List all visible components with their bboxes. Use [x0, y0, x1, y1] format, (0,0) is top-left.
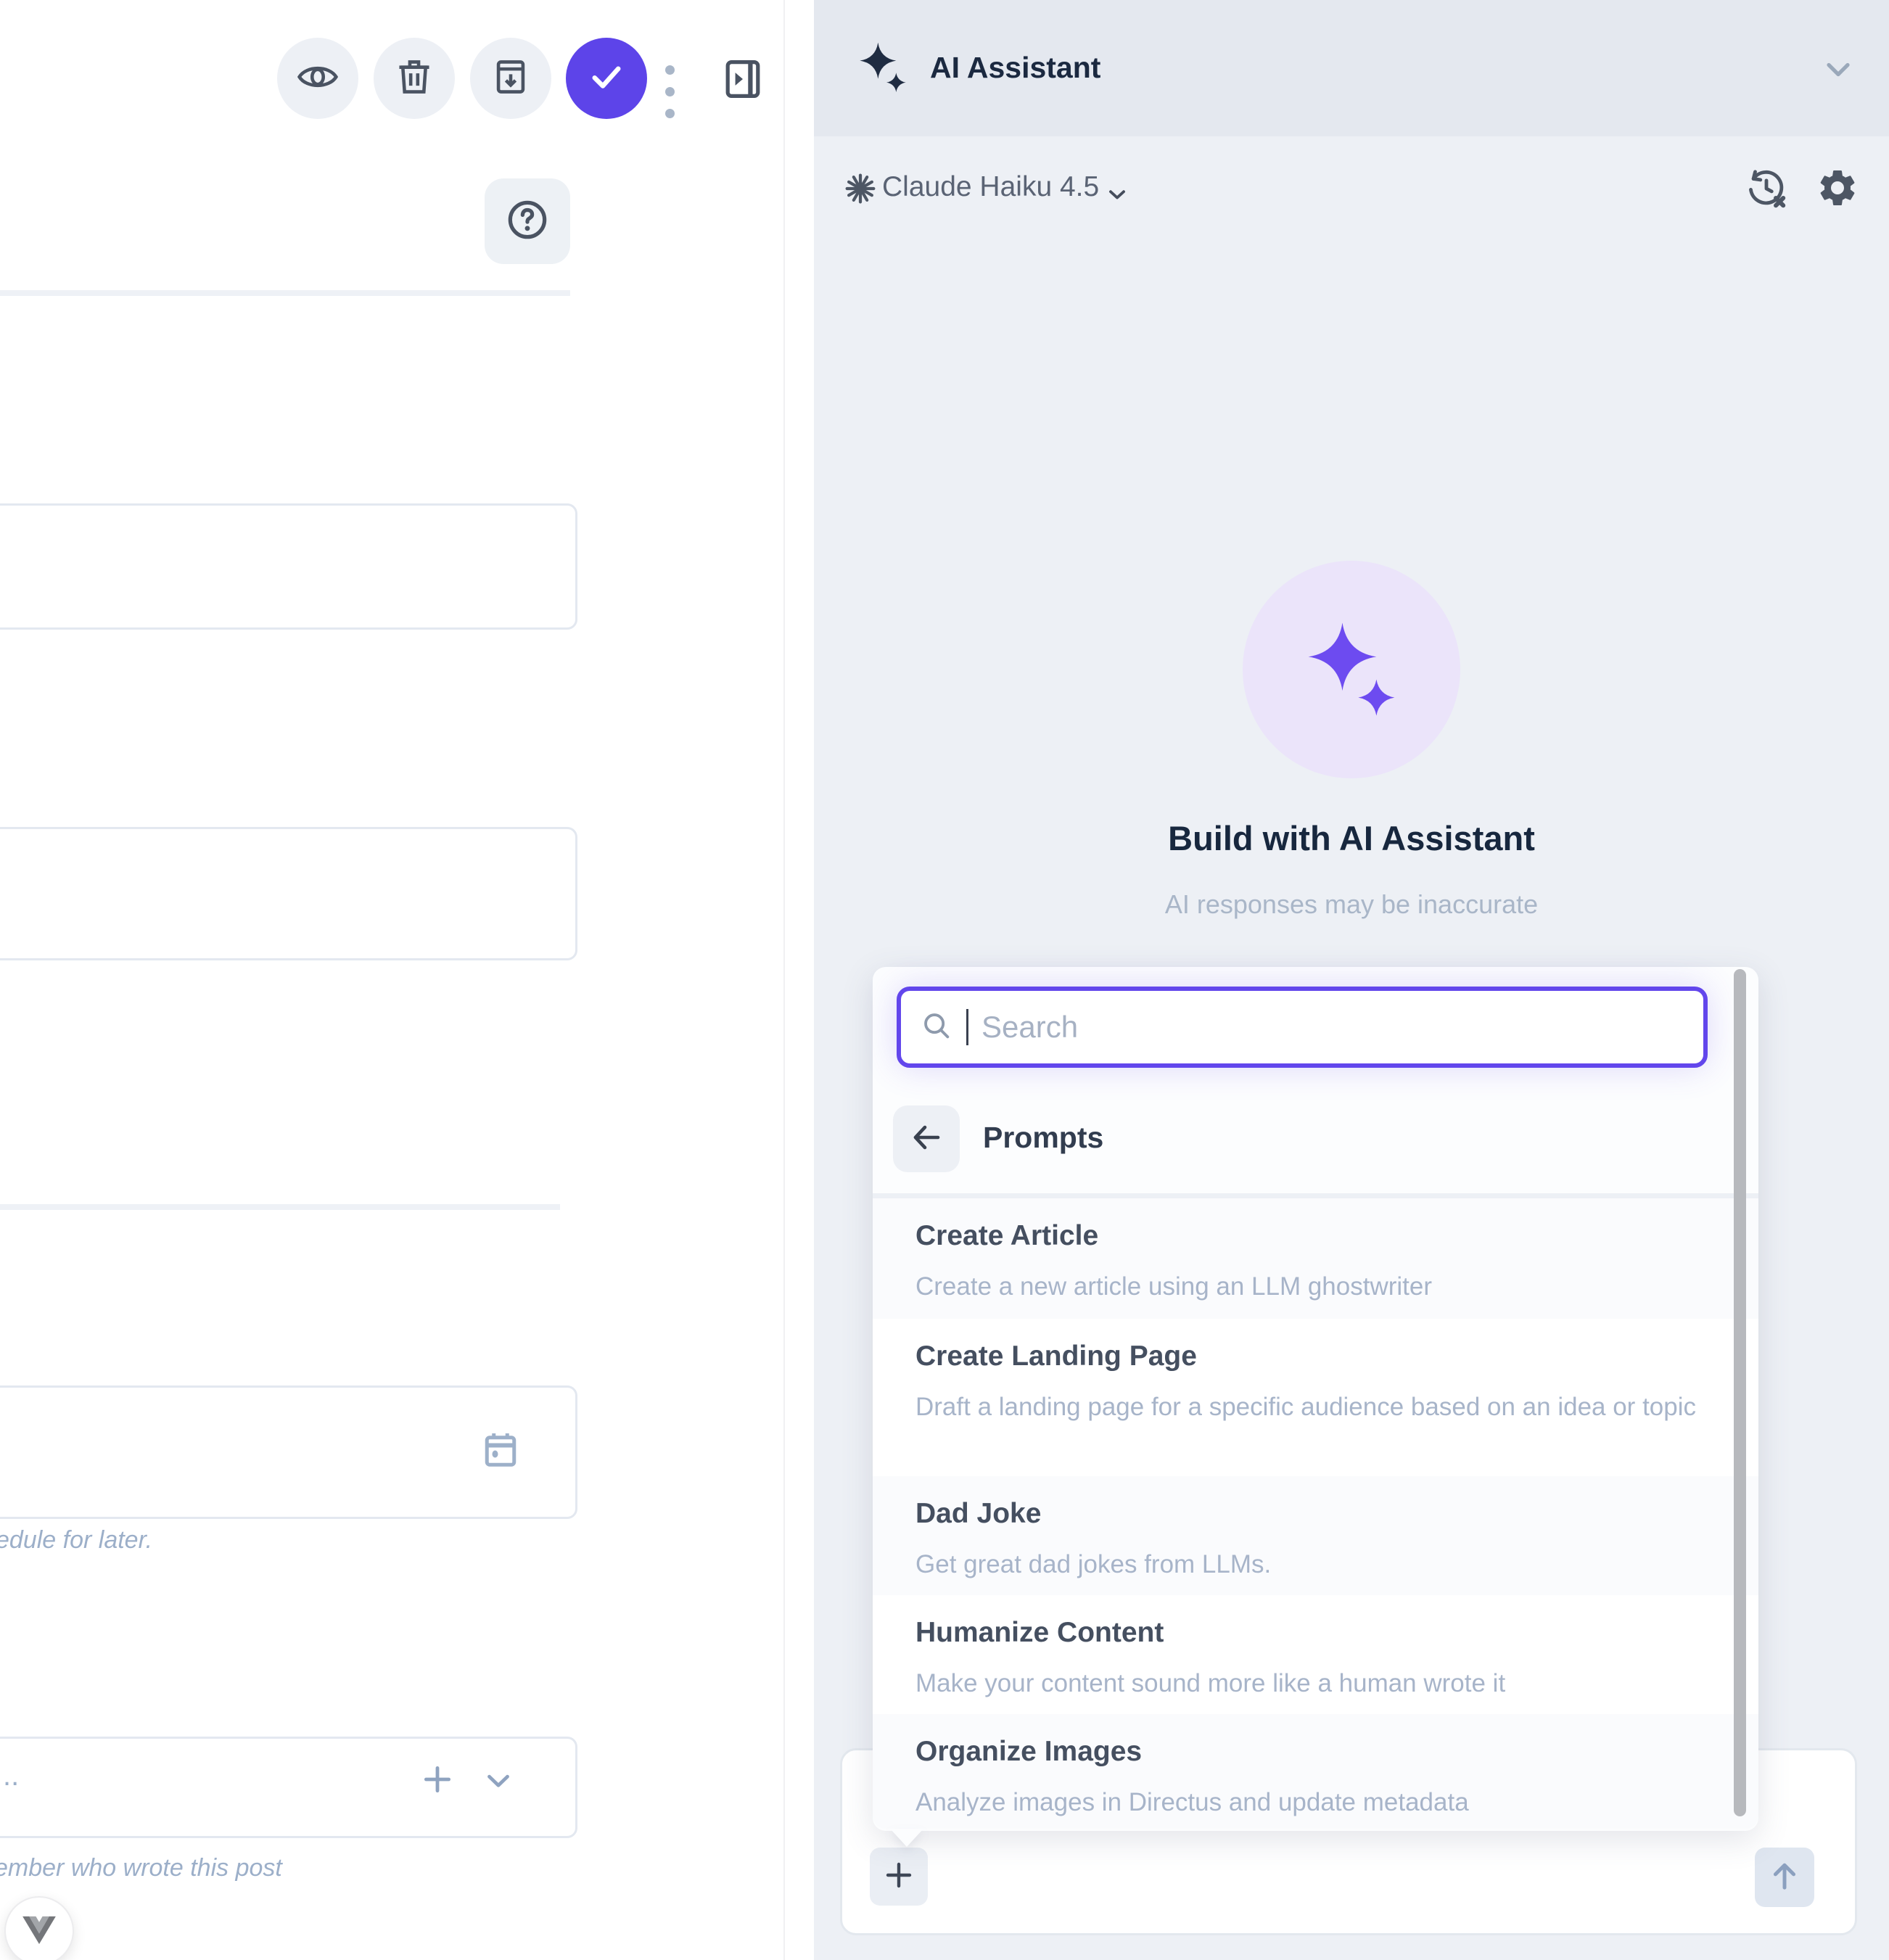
- dot-icon: [665, 87, 675, 96]
- prompt-title: Humanize Content: [915, 1615, 1708, 1650]
- prompt-title: Create Landing Page: [915, 1339, 1708, 1374]
- plus-icon: [881, 1858, 916, 1896]
- app-window: edule for later. .. ember who wrote this…: [0, 0, 1889, 1960]
- archive-icon: [490, 56, 532, 102]
- ai-assistant-header[interactable]: AI Assistant: [814, 0, 1889, 136]
- text-input-field[interactable]: [0, 503, 577, 630]
- save-button[interactable]: [566, 38, 647, 119]
- prompt-item-organize-images[interactable]: Organize Images Analyze images in Direct…: [873, 1714, 1758, 1829]
- calendar-icon[interactable]: [479, 1428, 522, 1475]
- help-icon: [503, 196, 551, 247]
- expand-relation-button[interactable]: [480, 1763, 517, 1803]
- prompt-search-field[interactable]: Search: [897, 987, 1708, 1068]
- arrow-left-icon: [909, 1120, 944, 1158]
- help-button[interactable]: [485, 178, 570, 264]
- dot-icon: [665, 109, 675, 118]
- divider: [0, 1204, 560, 1210]
- date-field-hint: edule for later.: [0, 1526, 152, 1555]
- settings-gear-icon: [1816, 166, 1859, 213]
- settings-button[interactable]: [1815, 167, 1860, 212]
- eye-icon: [297, 56, 339, 102]
- prompt-title: Create Article: [915, 1219, 1708, 1253]
- search-icon: [920, 1009, 953, 1046]
- panel-title: AI Assistant: [930, 51, 1100, 85]
- arrow-up-icon: [1766, 1857, 1803, 1898]
- prompt-item-dad-joke[interactable]: Dad Joke Get great dad jokes from LLMs.: [873, 1476, 1758, 1595]
- devtools-badge[interactable]: [4, 1896, 74, 1960]
- prompt-title: Dad Joke: [915, 1496, 1708, 1531]
- prompt-description: Create a new article using an LLM ghostw…: [915, 1268, 1708, 1306]
- delete-button[interactable]: [374, 38, 455, 119]
- add-item-button[interactable]: [419, 1761, 456, 1801]
- divider: [873, 1193, 1758, 1198]
- chevron-down-icon[interactable]: [1104, 181, 1130, 211]
- overflow-menu-button[interactable]: [665, 65, 675, 118]
- prompt-description: Make your content sound more like a huma…: [915, 1665, 1708, 1702]
- prompt-description: Get great dad jokes from LLMs.: [915, 1546, 1708, 1584]
- check-icon: [585, 55, 628, 102]
- sparkles-icon: [854, 38, 912, 99]
- prompts-list: Create Article Create a new article usin…: [873, 1198, 1758, 1829]
- empty-state-subtitle: AI responses may be inaccurate: [814, 889, 1889, 920]
- anthropic-starburst-icon: [844, 173, 876, 208]
- search-placeholder: Search: [981, 1010, 1078, 1045]
- chevron-down-icon[interactable]: [1819, 51, 1857, 92]
- clear-history-button[interactable]: [1745, 168, 1788, 212]
- prompt-description: Analyze images in Directus and update me…: [915, 1784, 1708, 1821]
- left-panel-scrollbar[interactable]: [783, 0, 815, 1960]
- prompt-description: Draft a landing page for a specific audi…: [915, 1388, 1708, 1426]
- divider: [0, 290, 570, 296]
- sidebar-toggle-button[interactable]: [724, 55, 762, 107]
- prompts-heading: Prompts: [983, 1121, 1103, 1155]
- plus-icon: [419, 1788, 456, 1800]
- empty-state-illustration: [1243, 561, 1460, 778]
- dropdown-pointer: [890, 1829, 923, 1847]
- chevron-down-icon: [480, 1790, 517, 1802]
- trash-icon: [393, 56, 435, 102]
- attach-button[interactable]: [870, 1848, 928, 1906]
- sidebar-toggle-icon: [724, 94, 762, 106]
- sparkles-icon: [1297, 614, 1406, 726]
- prompt-item-humanize-content[interactable]: Humanize Content Make your content sound…: [873, 1595, 1758, 1714]
- prompt-item-create-landing-page[interactable]: Create Landing Page Draft a landing page…: [873, 1319, 1758, 1476]
- dropdown-scrollbar-thumb[interactable]: [1734, 969, 1746, 1816]
- model-selector[interactable]: Claude Haiku 4.5: [882, 171, 1099, 203]
- prompt-title: Organize Images: [915, 1734, 1708, 1769]
- prompts-dropdown: Search Prompts Create Article Create a n…: [873, 967, 1758, 1831]
- clear-history-icon: [1745, 168, 1787, 213]
- send-button[interactable]: [1755, 1848, 1814, 1907]
- relation-field-hint: ember who wrote this post: [0, 1854, 282, 1882]
- text-cursor: [966, 1009, 968, 1045]
- prompt-item-create-article[interactable]: Create Article Create a new article usin…: [873, 1198, 1758, 1319]
- preview-button[interactable]: [277, 38, 358, 119]
- dot-icon: [665, 65, 675, 75]
- relation-placeholder: ..: [3, 1760, 19, 1792]
- archive-button[interactable]: [470, 38, 551, 119]
- empty-state-title: Build with AI Assistant: [814, 818, 1889, 858]
- text-input-field[interactable]: [0, 827, 577, 960]
- vue-logo: [22, 1915, 56, 1948]
- back-button[interactable]: [893, 1105, 960, 1172]
